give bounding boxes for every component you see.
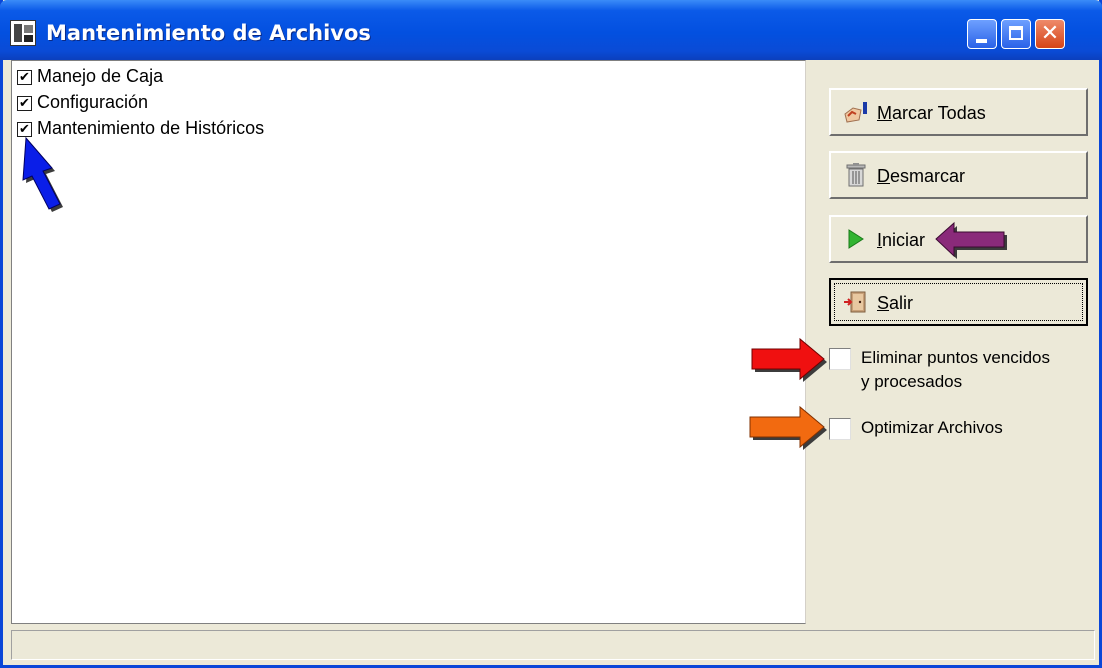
purple-arrow-annotation [935, 221, 1007, 259]
actions-panel: Marcar Todas Desmarcar Iniciar Salir Eli… [809, 60, 1099, 624]
item-checkbox[interactable]: ✔ [17, 70, 32, 85]
button-label: Desmarcar [877, 166, 966, 186]
button-label: Iniciar [877, 230, 926, 250]
app-icon [10, 20, 36, 46]
window-title: Mantenimiento de Archivos [46, 21, 371, 45]
maximize-icon [1009, 26, 1023, 40]
close-icon: ✕ [1040, 21, 1060, 46]
status-bar [11, 630, 1095, 660]
check-all-icon [844, 102, 867, 123]
minimize-icon [976, 39, 987, 43]
trash-icon [846, 163, 866, 187]
main-window: Mantenimiento de Archivos ✕ ✔ Manejo de … [0, 0, 1102, 668]
desmarcar-button[interactable]: Desmarcar [829, 151, 1088, 199]
option-label: Optimizar Archivos [861, 418, 1003, 437]
salir-button[interactable]: Salir [829, 278, 1088, 326]
process-checklist: ✔ Manejo de Caja ✔ Configuración ✔ Mante… [11, 60, 806, 624]
maximize-button[interactable] [1001, 19, 1031, 49]
eliminar-checkbox[interactable] [829, 348, 851, 370]
item-label: Mantenimiento de Históricos [37, 118, 265, 138]
exit-door-icon [844, 291, 866, 313]
play-icon [848, 229, 864, 249]
item-label: Manejo de Caja [37, 66, 164, 86]
title-bar[interactable]: Mantenimiento de Archivos ✕ [0, 0, 1102, 60]
item-label: Configuración [37, 92, 149, 112]
button-label: Salir [877, 293, 914, 313]
marcar-todas-button[interactable]: Marcar Todas [829, 88, 1088, 136]
red-arrow-annotation [751, 337, 827, 382]
optimizar-checkbox[interactable] [829, 418, 851, 440]
focus-rectangle [834, 283, 1083, 321]
orange-arrow-annotation [749, 405, 827, 450]
blue-arrow-annotation [22, 136, 63, 212]
item-checkbox[interactable]: ✔ [17, 96, 32, 111]
option-label: Eliminar puntos vencidos y procesados [861, 348, 1050, 391]
minimize-button[interactable] [967, 19, 997, 49]
button-label: Marcar Todas [877, 103, 986, 123]
close-button[interactable]: ✕ [1035, 19, 1065, 49]
